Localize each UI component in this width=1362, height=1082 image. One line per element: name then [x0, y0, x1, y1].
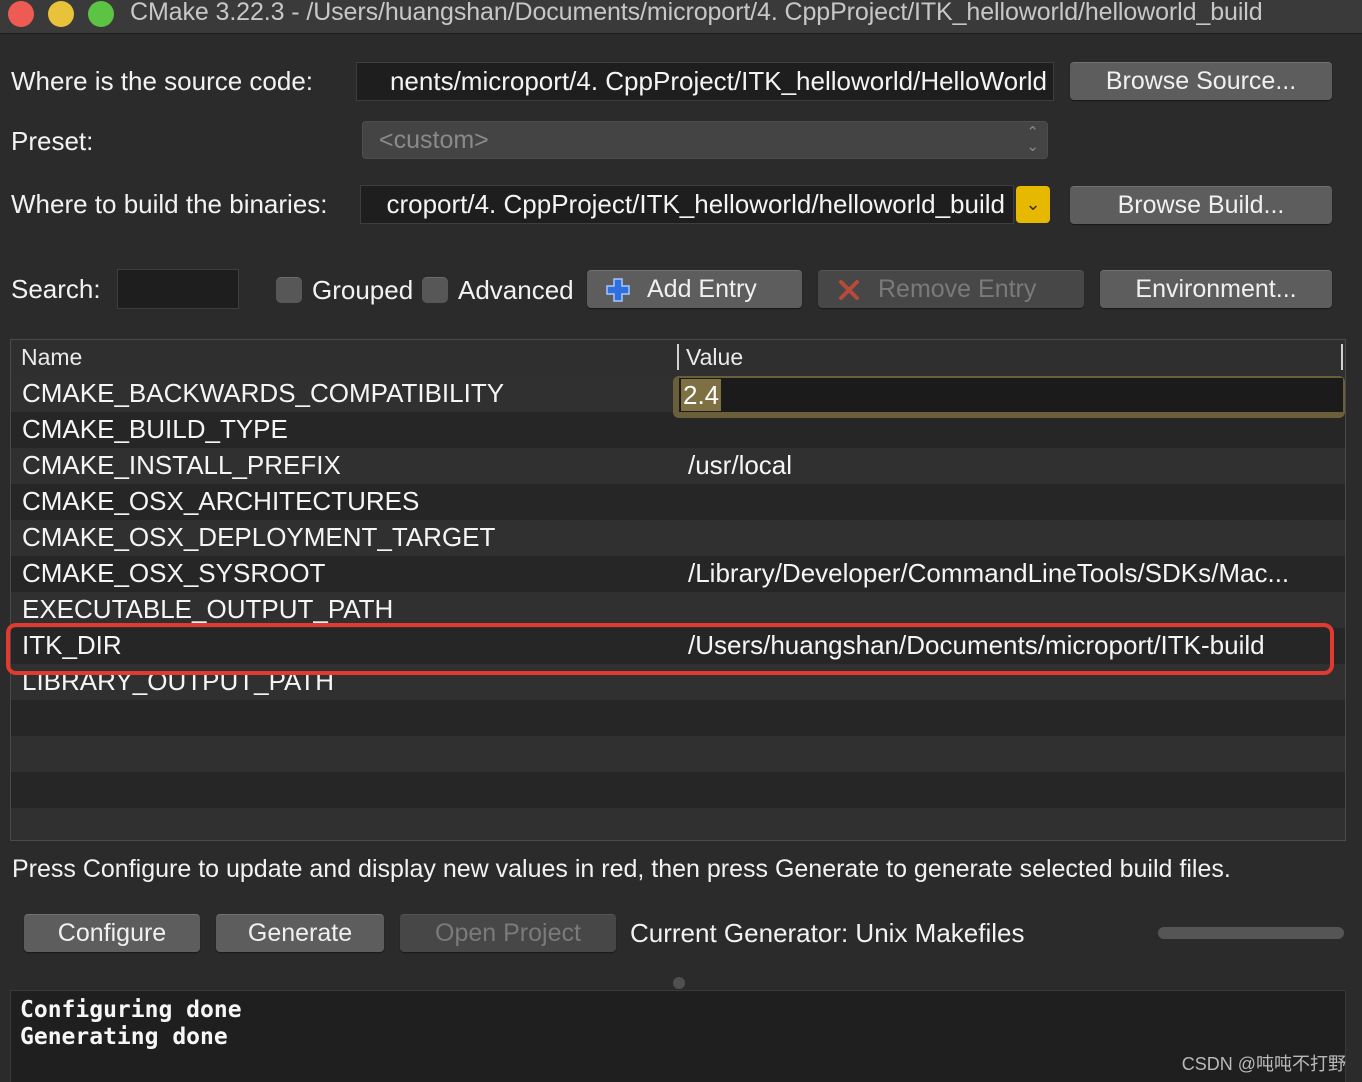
column-header-value[interactable]: Value [686, 344, 743, 371]
table-row[interactable]: CMAKE_BUILD_TYPE [11, 412, 1345, 448]
preset-combobox[interactable]: <custom> ⌃ ⌄ [362, 121, 1048, 159]
value-editor-text[interactable]: 2.4 [681, 379, 722, 411]
empty-row [11, 700, 1345, 736]
output-line: Configuring done [20, 997, 242, 1023]
cache-table[interactable]: Name Value CMAKE_BACKWARDS_COMPATIBILITY… [10, 339, 1346, 841]
row-name: EXECUTABLE_OUTPUT_PATH [22, 594, 394, 624]
hint-text: Press Configure to update and display ne… [12, 855, 1231, 883]
source-label: Where is the source code: [11, 66, 314, 96]
splitter-handle[interactable] [673, 977, 685, 989]
add-entry-label: Add Entry [647, 275, 757, 303]
row-name: CMAKE_BACKWARDS_COMPATIBILITY [22, 378, 505, 408]
add-entry-button[interactable]: Add Entry [587, 270, 802, 308]
updown-chevron-icon: ⌃ ⌄ [1026, 124, 1039, 155]
output-line: Generating done [20, 1024, 228, 1050]
browse-build-button[interactable]: Browse Build... [1070, 186, 1332, 224]
column-separator[interactable] [677, 344, 679, 370]
window-title: CMake 3.22.3 - /Users/huangshan/Document… [130, 0, 1263, 26]
progress-bar [1158, 927, 1344, 939]
search-label: Search: [11, 274, 101, 304]
advanced-checkbox[interactable] [422, 277, 448, 303]
column-header-name[interactable]: Name [21, 344, 82, 371]
build-path-value: croport/4. CppProject/ITK_helloworld/hel… [386, 189, 1005, 219]
configure-button[interactable]: Configure [24, 914, 200, 952]
table-row[interactable]: CMAKE_OSX_SYSROOT /Library/Developer/Com… [11, 556, 1345, 592]
zoom-window-button[interactable] [88, 1, 114, 27]
minimize-window-button[interactable] [48, 1, 74, 27]
browse-source-button[interactable]: Browse Source... [1070, 62, 1332, 100]
preset-label: Preset: [11, 126, 94, 156]
title-bar: CMake 3.22.3 - /Users/huangshan/Document… [0, 0, 1362, 34]
empty-row [11, 736, 1345, 772]
row-name: CMAKE_BUILD_TYPE [22, 414, 288, 444]
current-generator-text: Current Generator: Unix Makefiles [630, 918, 1025, 948]
empty-row [11, 808, 1345, 840]
environment-button[interactable]: Environment... [1100, 270, 1332, 308]
row-value: /Library/Developer/CommandLineTools/SDKs… [688, 558, 1290, 588]
table-row[interactable]: CMAKE_OSX_DEPLOYMENT_TARGET [11, 520, 1345, 556]
row-name: CMAKE_OSX_DEPLOYMENT_TARGET [22, 522, 496, 552]
value-editor-field: 2.4 [679, 378, 1343, 412]
remove-entry-button[interactable]: Remove Entry [818, 270, 1084, 308]
source-path-field[interactable]: nents/microport/4. CppProject/ITK_hellow… [356, 62, 1054, 101]
preset-value: <custom> [379, 126, 489, 154]
row-name: CMAKE_INSTALL_PREFIX [22, 450, 341, 480]
column-separator[interactable] [1341, 344, 1343, 370]
build-path-field[interactable]: croport/4. CppProject/ITK_helloworld/hel… [360, 185, 1014, 224]
output-log[interactable]: Configuring done Generating done [10, 990, 1346, 1082]
build-path-dropdown-button[interactable]: ⌄ [1016, 186, 1050, 223]
row-name: CMAKE_OSX_SYSROOT [22, 558, 326, 588]
table-row[interactable]: CMAKE_INSTALL_PREFIX /usr/local [11, 448, 1345, 484]
table-header: Name Value [11, 340, 1345, 376]
empty-row [11, 772, 1345, 808]
watermark: CSDN @吨吨不打野 [1181, 1054, 1346, 1074]
remove-entry-label: Remove Entry [878, 275, 1037, 303]
build-label: Where to build the binaries: [11, 189, 328, 219]
close-window-button[interactable] [8, 1, 34, 27]
row-value: /usr/local [688, 450, 793, 480]
remove-x-icon [839, 280, 859, 300]
grouped-checkbox[interactable] [276, 277, 302, 303]
row-name: CMAKE_OSX_ARCHITECTURES [22, 486, 420, 516]
chevron-down-icon: ⌄ [1025, 194, 1041, 214]
search-input[interactable] [117, 269, 239, 309]
source-path-value: nents/microport/4. CppProject/ITK_hellow… [389, 66, 1047, 96]
plus-icon [606, 278, 630, 302]
table-row[interactable]: CMAKE_OSX_ARCHITECTURES [11, 484, 1345, 520]
generate-button[interactable]: Generate [216, 914, 384, 952]
itk-dir-highlight [6, 623, 1334, 675]
advanced-label: Advanced [458, 275, 574, 305]
grouped-label: Grouped [312, 275, 414, 305]
open-project-button[interactable]: Open Project [400, 914, 616, 952]
